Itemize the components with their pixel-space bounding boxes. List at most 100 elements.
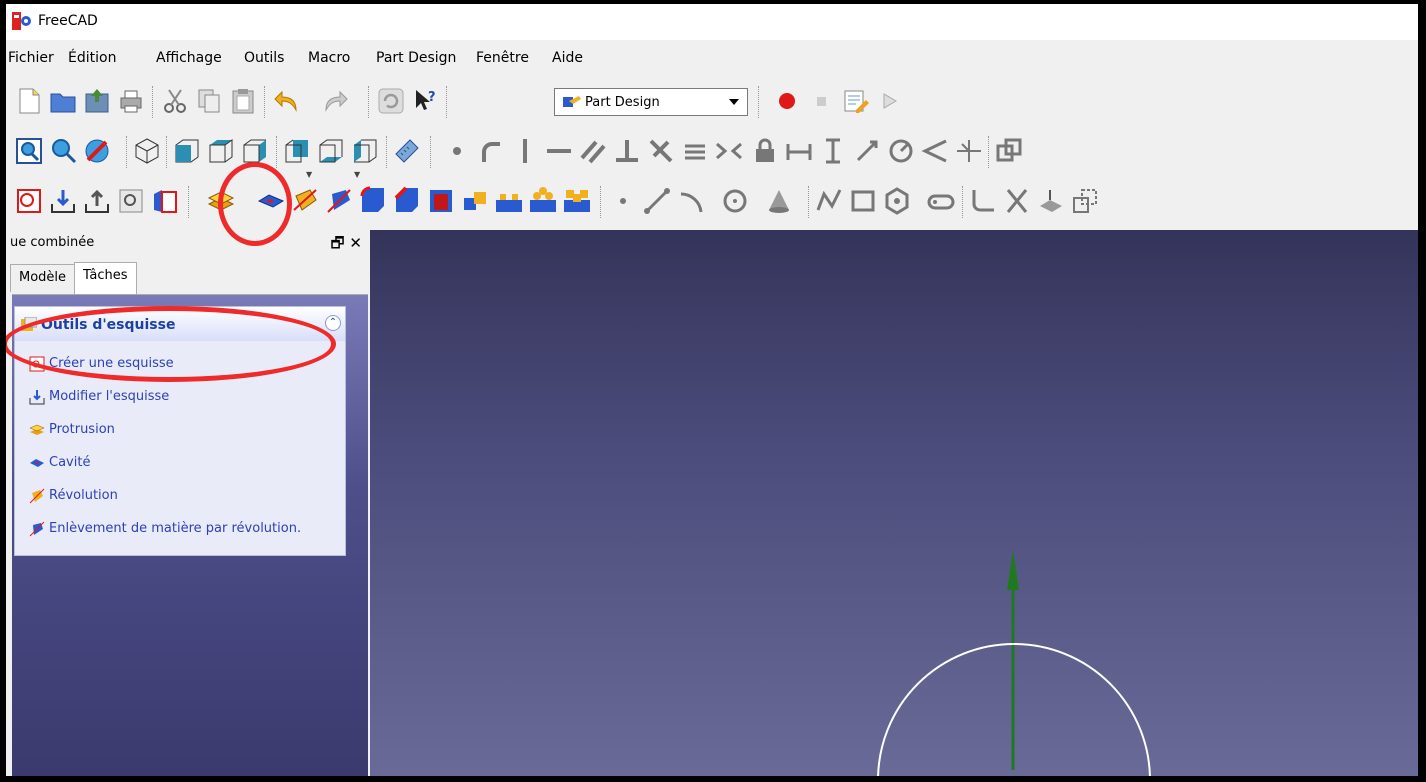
chamfer-icon[interactable] <box>392 186 422 216</box>
groove-icon[interactable] <box>324 186 354 216</box>
workbench-selector[interactable]: Part Design <box>554 88 748 116</box>
linear-pattern-icon[interactable] <box>494 186 524 216</box>
macro-stop-icon[interactable] <box>806 86 836 116</box>
toolbar-separator <box>962 186 963 218</box>
collapse-icon[interactable]: ⌃ <box>325 315 341 331</box>
sketch-external-icon[interactable] <box>1036 186 1066 216</box>
sketch-circle-icon[interactable] <box>720 186 750 216</box>
view-toolbar: ▼ <box>6 130 1418 279</box>
tab-modele[interactable]: Modèle <box>10 264 76 292</box>
sketch-rectangle-icon[interactable] <box>848 186 878 216</box>
parallel-constraint-icon[interactable] <box>578 136 608 166</box>
sketch-line-icon[interactable] <box>642 186 672 216</box>
sketch-fillet-icon[interactable] <box>968 186 998 216</box>
float-icon[interactable]: 🗗 <box>331 234 345 252</box>
left-view-icon[interactable] <box>350 136 380 166</box>
open-folder-icon[interactable] <box>48 86 78 116</box>
lock-constraint-icon[interactable] <box>750 136 780 166</box>
isometric-view-icon[interactable] <box>132 136 162 166</box>
menu-affichage[interactable]: Affichage <box>156 50 222 66</box>
redo-icon[interactable] <box>320 86 350 116</box>
multi-transform-icon[interactable] <box>562 186 592 216</box>
distance-constraint-icon[interactable] <box>852 136 882 166</box>
revolution-icon[interactable] <box>290 186 320 216</box>
angle-constraint-icon[interactable] <box>920 136 950 166</box>
whats-this-icon[interactable]: ? <box>410 86 440 116</box>
tangent-constraint-icon[interactable] <box>646 136 676 166</box>
new-sketch-icon[interactable] <box>14 186 44 216</box>
menu-edition[interactable]: Édition <box>68 50 116 66</box>
leave-sketch-icon[interactable] <box>82 186 112 216</box>
sketch-arc-tool-icon[interactable] <box>676 186 706 216</box>
tab-taches[interactable]: Tâches <box>74 262 137 294</box>
symmetric-constraint-icon[interactable] <box>714 136 744 166</box>
task-label: Protrusion <box>49 422 115 437</box>
3d-viewport[interactable] <box>370 230 1418 776</box>
vertical-distance-icon[interactable] <box>818 136 848 166</box>
snell-law-icon[interactable] <box>954 136 984 166</box>
close-icon[interactable]: ✕ <box>349 234 362 252</box>
combo-view-buttons: 🗗 ✕ <box>331 233 362 258</box>
task-label: Modifier l'esquisse <box>49 389 170 404</box>
vertical-constraint-icon[interactable] <box>510 136 540 166</box>
refresh-icon[interactable] <box>376 86 406 116</box>
workbench-selected: Part Design <box>585 95 660 110</box>
print-icon[interactable] <box>116 86 146 116</box>
macro-edit-icon[interactable] <box>840 86 870 116</box>
radius-constraint-icon[interactable] <box>886 136 916 166</box>
macro-run-icon[interactable] <box>874 86 904 116</box>
undo-icon[interactable] <box>272 86 302 116</box>
toolbar-separator <box>808 186 809 218</box>
toggle-construction-icon[interactable] <box>994 136 1024 166</box>
sketch-polygon-icon[interactable] <box>882 186 912 216</box>
sketch-edit-icon <box>29 390 45 405</box>
horizontal-distance-icon[interactable] <box>784 136 814 166</box>
sketch-arc-icon[interactable] <box>476 136 506 166</box>
polar-pattern-icon[interactable] <box>528 186 558 216</box>
perpendicular-constraint-icon[interactable] <box>612 136 642 166</box>
toolbar-separator <box>368 86 369 118</box>
view-sketch-icon[interactable] <box>116 186 146 216</box>
fit-selection-icon[interactable] <box>48 136 78 166</box>
bottom-view-icon[interactable] <box>316 136 346 166</box>
menu-part-design[interactable]: Part Design <box>376 50 456 66</box>
top-view-icon[interactable] <box>206 136 236 166</box>
sketch-trim-icon[interactable] <box>1002 186 1032 216</box>
fillet-icon[interactable] <box>358 186 388 216</box>
rear-view-icon[interactable] <box>282 136 312 166</box>
annotation-circle-pad <box>218 162 292 246</box>
groove-icon <box>29 521 45 537</box>
draw-style-icon[interactable] <box>82 136 112 166</box>
fit-all-icon[interactable] <box>14 136 44 166</box>
task-label: Cavité <box>49 455 91 470</box>
menu-outils[interactable]: Outils <box>244 50 284 66</box>
save-icon[interactable] <box>82 86 112 116</box>
edit-sketch-icon[interactable] <box>48 186 78 216</box>
sketch-point-icon[interactable] <box>442 136 472 166</box>
copy-icon[interactable] <box>194 86 224 116</box>
new-document-icon[interactable] <box>14 86 44 116</box>
sketch-point-tool-icon[interactable] <box>608 186 638 216</box>
front-view-icon[interactable] <box>172 136 202 166</box>
measure-icon[interactable] <box>392 136 422 166</box>
sketch-polyline-icon[interactable] <box>814 186 844 216</box>
horizontal-constraint-icon[interactable] <box>544 136 574 166</box>
window-title: FreeCAD <box>38 13 98 29</box>
cut-icon[interactable] <box>160 86 190 116</box>
sketch-conic-icon[interactable] <box>764 186 794 216</box>
menu-fichier[interactable]: Fichier <box>8 50 54 66</box>
equal-constraint-icon[interactable] <box>680 136 710 166</box>
svg-text:?: ? <box>428 90 436 105</box>
toolbar-separator <box>126 136 127 168</box>
draft-icon[interactable] <box>426 186 456 216</box>
sketch-slot-icon[interactable] <box>926 186 956 216</box>
macro-record-icon[interactable] <box>772 86 802 116</box>
paste-icon[interactable] <box>228 86 258 116</box>
menu-aide[interactable]: Aide <box>552 50 583 66</box>
menu-macro[interactable]: Macro <box>308 50 350 66</box>
mirrored-icon[interactable] <box>460 186 490 216</box>
menu-fenetre[interactable]: Fenêtre <box>476 50 529 66</box>
viewport-scene <box>877 550 1151 776</box>
map-sketch-icon[interactable] <box>150 186 180 216</box>
sketch-carbon-copy-icon[interactable] <box>1070 186 1100 216</box>
